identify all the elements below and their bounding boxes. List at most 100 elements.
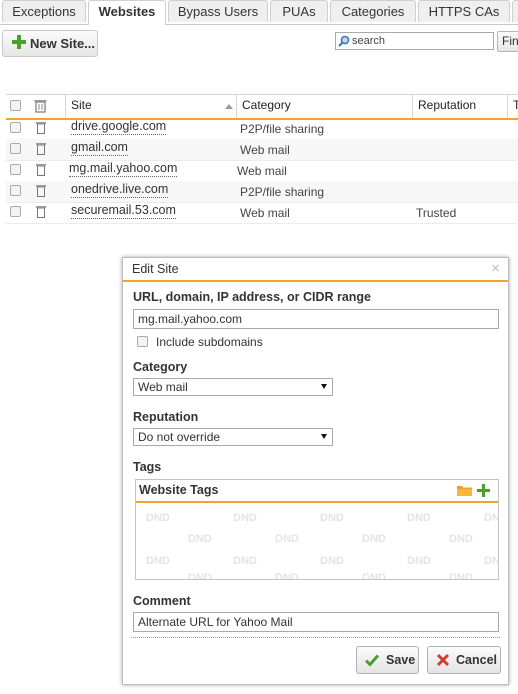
watermark: DND bbox=[449, 572, 473, 579]
table-row[interactable]: onedrive.live.com P2P/file sharing bbox=[6, 181, 518, 203]
new-site-label: New Site... bbox=[30, 36, 96, 51]
reputation-cell: Trusted bbox=[416, 206, 457, 220]
watermark: DND bbox=[320, 512, 344, 524]
include-subdomains-checkbox[interactable] bbox=[137, 336, 148, 348]
find-button[interactable]: Fin bbox=[497, 31, 518, 52]
tab-overflow[interactable] bbox=[512, 0, 518, 22]
website-tags-list[interactable]: DND DND DND DND DND DND DND DND DND DND … bbox=[136, 503, 498, 579]
comment-label: Comment bbox=[133, 594, 191, 608]
save-button[interactable]: Save bbox=[356, 646, 419, 674]
category-select-value: Web mail bbox=[138, 380, 188, 394]
column-header-site-label: Site bbox=[71, 98, 92, 112]
dialog-title-bar: Edit Site × bbox=[123, 258, 508, 282]
watermark: DND bbox=[146, 555, 170, 567]
folder-icon[interactable] bbox=[457, 485, 472, 496]
save-label: Save bbox=[386, 653, 416, 667]
watermark: DND bbox=[449, 533, 473, 545]
reputation-select[interactable]: Do not override bbox=[133, 428, 333, 446]
search-box bbox=[335, 32, 494, 50]
category-label: Category bbox=[133, 360, 188, 374]
trash-icon[interactable] bbox=[36, 121, 46, 134]
tab-https-cas[interactable]: HTTPS CAs bbox=[418, 0, 510, 22]
include-subdomains-label: Include subdomains bbox=[156, 335, 263, 349]
reputation-select-value: Do not override bbox=[138, 430, 221, 444]
cancel-label: Cancel bbox=[456, 653, 497, 667]
trash-icon[interactable] bbox=[36, 205, 46, 218]
row-checkbox[interactable] bbox=[10, 122, 21, 133]
row-checkbox[interactable] bbox=[10, 185, 21, 196]
dropdown-arrow-icon bbox=[321, 384, 327, 389]
divider bbox=[131, 637, 500, 638]
watermark: DND bbox=[275, 572, 299, 579]
tab-bar: Exceptions Websites Bypass Users PUAs Ca… bbox=[0, 0, 518, 25]
delete-all-icon[interactable] bbox=[34, 99, 47, 113]
tab-websites[interactable]: Websites bbox=[88, 0, 166, 25]
plus-icon bbox=[12, 35, 26, 49]
watermark: DND bbox=[484, 512, 498, 524]
url-field[interactable] bbox=[133, 309, 499, 329]
watermark: DND bbox=[407, 512, 431, 524]
tab-bypass-users[interactable]: Bypass Users bbox=[168, 0, 268, 22]
close-icon[interactable]: × bbox=[491, 261, 500, 276]
checkmark-icon bbox=[365, 654, 379, 667]
watermark: DND bbox=[407, 555, 431, 567]
site-link[interactable]: drive.google.com bbox=[71, 119, 167, 135]
category-cell: Web mail bbox=[240, 143, 290, 157]
trash-icon[interactable] bbox=[36, 163, 46, 176]
row-checkbox[interactable] bbox=[10, 164, 21, 175]
cancel-button[interactable]: Cancel bbox=[427, 646, 501, 674]
site-link[interactable]: onedrive.live.com bbox=[71, 182, 169, 198]
row-checkbox[interactable] bbox=[10, 143, 21, 154]
watermark: DND bbox=[275, 533, 299, 545]
table-row[interactable]: mg.mail.yahoo.com Web mail bbox=[6, 160, 518, 182]
x-icon bbox=[436, 653, 450, 667]
column-header-category[interactable]: Category bbox=[236, 95, 412, 118]
search-input[interactable] bbox=[352, 34, 490, 48]
category-select[interactable]: Web mail bbox=[133, 378, 333, 396]
watermark: DND bbox=[233, 512, 257, 524]
site-link[interactable]: gmail.com bbox=[71, 140, 128, 156]
watermark: DND bbox=[188, 572, 212, 579]
trash-icon[interactable] bbox=[36, 142, 46, 155]
watermark: DND bbox=[362, 572, 386, 579]
table-row[interactable]: securemail.53.com Web mail Trusted bbox=[6, 202, 518, 224]
url-label: URL, domain, IP address, or CIDR range bbox=[133, 290, 372, 304]
category-cell: Web mail bbox=[240, 206, 290, 220]
add-tag-icon[interactable] bbox=[477, 484, 490, 497]
tab-categories[interactable]: Categories bbox=[330, 0, 416, 22]
watermark: DND bbox=[188, 533, 212, 545]
category-cell: P2P/file sharing bbox=[240, 185, 325, 199]
tags-label: Tags bbox=[133, 460, 162, 474]
include-subdomains-row: Include subdomains bbox=[137, 335, 263, 349]
reputation-label: Reputation bbox=[133, 410, 199, 424]
watermark: DND bbox=[146, 512, 170, 524]
dialog-title: Edit Site bbox=[132, 262, 179, 276]
website-tags-title: Website Tags bbox=[139, 483, 219, 497]
edit-site-dialog: Edit Site × URL, domain, IP address, or … bbox=[122, 257, 509, 685]
table-row[interactable]: gmail.com Web mail bbox=[6, 139, 518, 161]
tab-exceptions[interactable]: Exceptions bbox=[2, 0, 86, 22]
column-header-reputation[interactable]: Reputation bbox=[412, 95, 507, 118]
dropdown-arrow-icon bbox=[321, 434, 327, 439]
comment-field[interactable] bbox=[133, 612, 499, 632]
column-header-tags[interactable]: T bbox=[507, 95, 518, 118]
watermark: DND bbox=[320, 555, 344, 567]
sort-ascending-icon bbox=[225, 104, 233, 109]
tab-puas[interactable]: PUAs bbox=[270, 0, 328, 22]
trash-icon[interactable] bbox=[36, 184, 46, 197]
row-checkbox[interactable] bbox=[10, 206, 21, 217]
website-tags-header: Website Tags bbox=[136, 480, 498, 503]
new-site-button[interactable]: New Site... bbox=[2, 30, 98, 57]
column-header-site[interactable]: Site bbox=[65, 95, 236, 118]
table-row[interactable]: drive.google.com P2P/file sharing bbox=[6, 118, 518, 140]
watermark: DND bbox=[362, 533, 386, 545]
website-tags-panel: Website Tags DND DND DND DND DND DND DND… bbox=[135, 479, 499, 580]
select-all-checkbox[interactable] bbox=[10, 100, 21, 111]
watermark: DND bbox=[484, 555, 498, 567]
site-link[interactable]: mg.mail.yahoo.com bbox=[69, 161, 178, 177]
category-cell: Web mail bbox=[237, 164, 287, 178]
category-cell: P2P/file sharing bbox=[240, 122, 325, 136]
grid-header: Site Category Reputation T bbox=[6, 94, 518, 120]
search-icon bbox=[338, 35, 350, 47]
site-link[interactable]: securemail.53.com bbox=[71, 203, 176, 219]
